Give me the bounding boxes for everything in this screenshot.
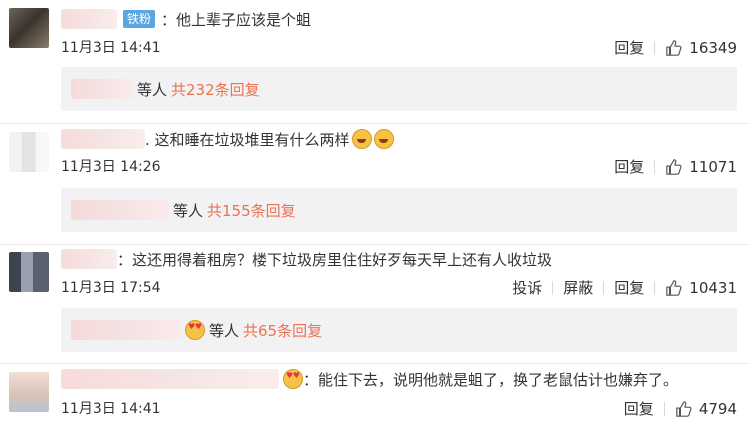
reply-button[interactable]: 回复 xyxy=(614,37,644,58)
fan-badge[interactable]: 铁粉 xyxy=(123,10,156,28)
avatar[interactable] xyxy=(9,372,49,412)
action-divider xyxy=(552,280,554,295)
like-count: 10431 xyxy=(689,278,737,297)
action-divider xyxy=(654,280,656,295)
replier-names-blurred xyxy=(71,320,181,340)
avatar[interactable] xyxy=(9,132,49,172)
reply-thread-summary[interactable]: 等人 共232条回复 xyxy=(61,67,737,111)
like-button[interactable]: 10431 xyxy=(665,279,737,297)
comment-content: ：这还用得着租房？楼下垃圾房里住住好歹每天早上还有人收垃圾 xyxy=(61,248,552,270)
laugh-cry-emoji-icon xyxy=(373,129,394,149)
view-replies-link[interactable]: 共65条回复 xyxy=(243,320,322,341)
thumbs-up-icon xyxy=(666,279,682,296)
comment-text: ：这还用得着租房？楼下垃圾房里住住好歹每天早上还有人收垃圾 xyxy=(117,250,553,269)
username-blurred[interactable] xyxy=(61,9,117,29)
comment-time: 11月3日 14:41 xyxy=(61,401,161,417)
comment-actions: 回复 11071 xyxy=(614,156,737,177)
reply-thread-suffix: 等人 xyxy=(209,321,240,340)
reply-button[interactable]: 回复 xyxy=(624,398,654,419)
username-blurred[interactable] xyxy=(61,369,279,389)
block-button[interactable]: 屏蔽 xyxy=(563,277,593,298)
thumbs-up-icon xyxy=(666,39,682,56)
comment-divider xyxy=(0,363,749,364)
replier-names-blurred xyxy=(71,79,133,99)
comment-text: . 这和睡在垃圾堆里有什么两样 xyxy=(145,130,350,149)
comment-time: 11月3日 14:26 xyxy=(61,159,161,175)
like-button[interactable]: 4794 xyxy=(675,400,737,418)
love-emoji-icon xyxy=(185,320,205,340)
comment-time: 11月3日 14:41 xyxy=(61,40,161,56)
reply-thread-suffix: 等人 xyxy=(137,80,168,99)
comment-text: ：能住下去，说明他就是蛆了，换了老鼠估计也嫌弃了。 xyxy=(303,370,679,389)
avatar[interactable] xyxy=(9,252,49,292)
view-replies-link[interactable]: 共155条回复 xyxy=(207,200,296,221)
like-count: 4794 xyxy=(698,399,737,418)
like-count: 16349 xyxy=(689,38,737,57)
view-replies-link[interactable]: 共232条回复 xyxy=(171,79,260,100)
reply-button[interactable]: 回复 xyxy=(614,277,644,298)
replier-names-blurred xyxy=(71,200,169,220)
username-blurred[interactable] xyxy=(61,129,145,149)
thumbs-up-icon xyxy=(666,158,682,175)
comment-content: ：能住下去，说明他就是蛆了，换了老鼠估计也嫌弃了。 xyxy=(61,368,678,390)
like-count: 11071 xyxy=(689,157,737,176)
comment-actions: 回复 4794 xyxy=(624,398,737,419)
action-divider xyxy=(654,40,656,55)
action-divider xyxy=(654,159,656,174)
report-button[interactable]: 投诉 xyxy=(512,277,542,298)
reply-thread-summary[interactable]: 等人 共65条回复 xyxy=(61,308,737,352)
comment-actions: 投诉 屏蔽 回复 10431 xyxy=(512,277,737,298)
laugh-cry-emoji-icon xyxy=(351,129,372,149)
avatar[interactable] xyxy=(9,8,49,48)
comment-divider xyxy=(0,244,749,245)
comment-divider xyxy=(0,123,749,124)
love-emoji-icon xyxy=(283,369,303,389)
reply-thread-suffix: 等人 xyxy=(173,201,204,220)
reply-button[interactable]: 回复 xyxy=(614,156,644,177)
comment-actions: 回复 16349 xyxy=(614,37,737,58)
comment-text: ：他上辈子应该是个蛆 xyxy=(161,10,312,29)
comment-time: 11月3日 17:54 xyxy=(61,280,161,296)
like-button[interactable]: 11071 xyxy=(665,158,737,176)
action-divider xyxy=(603,280,605,295)
like-button[interactable]: 16349 xyxy=(665,39,737,57)
comment-content: . 这和睡在垃圾堆里有什么两样 xyxy=(61,128,394,150)
thumbs-up-icon xyxy=(676,400,692,417)
username-blurred[interactable] xyxy=(61,249,117,269)
reply-thread-summary[interactable]: 等人 共155条回复 xyxy=(61,188,737,232)
comment-content: 铁粉 ：他上辈子应该是个蛆 xyxy=(61,8,311,30)
action-divider xyxy=(663,401,665,416)
